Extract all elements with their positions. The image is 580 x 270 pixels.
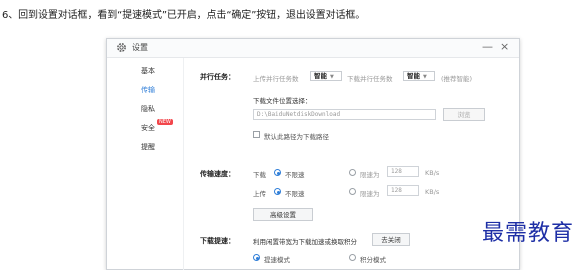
download-speed-label: 下载: [253, 171, 266, 179]
sidebar-item-transfer[interactable]: 传输: [141, 85, 155, 95]
recommend-hint: (推荐智能): [441, 75, 473, 83]
dialog-titlebar: 设置 — ×: [107, 39, 519, 58]
upload-limit-radio[interactable]: [349, 188, 356, 195]
advanced-settings-button[interactable]: 高级设置: [253, 208, 313, 221]
sidebar-item-reminder[interactable]: 提醒: [141, 142, 155, 152]
download-unlimited-radio[interactable]: [274, 169, 281, 176]
download-path-label: 下载文件位置选择：: [253, 97, 312, 105]
sidebar-item-privacy[interactable]: 隐私: [141, 104, 155, 114]
download-limit-radio[interactable]: [349, 169, 356, 176]
download-parallel-value: 智能: [407, 72, 420, 80]
sidebar-item-basic[interactable]: 基本: [141, 66, 155, 76]
download-limit-input[interactable]: 128: [387, 166, 419, 177]
upload-parallel-value: 智能: [314, 72, 327, 80]
boost-description: 利用闲置带宽为下载加速或换取积分: [253, 238, 357, 246]
download-unit: KB/s: [425, 169, 440, 177]
default-path-checkbox[interactable]: [253, 131, 260, 138]
sidebar-item-security[interactable]: 安全: [141, 123, 155, 133]
download-path-input[interactable]: D:\BaiduNetdiskDownload: [253, 109, 436, 120]
boost-points-radio[interactable]: [349, 254, 356, 261]
gear-icon: [117, 43, 126, 52]
settings-sidebar: 基本 传输 隐私 安全 NEW 提醒: [107, 58, 184, 270]
boost-label: 下载提速：: [200, 237, 235, 245]
upload-speed-label: 上传: [253, 190, 266, 198]
download-limit-label: 限速为: [360, 171, 380, 179]
upload-unit: KB/s: [425, 188, 440, 196]
speed-label: 传输速度：: [200, 170, 235, 178]
boost-speed-label: 提速模式: [264, 256, 290, 264]
watermark-logo: 最需教育: [481, 221, 574, 246]
chevron-down-icon: ▼: [330, 74, 334, 80]
default-path-label: 默认此路径为下载路径: [264, 133, 329, 141]
instruction-text: 6、回到设置对话框，看到“提速模式”已开启，点击“确定”按钮，退出设置对话框。: [2, 10, 366, 21]
upload-parallel-label: 上传并行任务数: [253, 75, 299, 83]
upload-limit-input[interactable]: 128: [387, 185, 419, 196]
upload-unlimited-label: 不限速: [285, 190, 305, 198]
parallel-tasks-label: 并行任务：: [200, 73, 235, 81]
boost-speed-radio[interactable]: [253, 254, 260, 261]
browse-button[interactable]: 浏览: [443, 108, 485, 121]
upload-limit-label: 限速为: [360, 190, 380, 198]
close-button[interactable]: ×: [500, 40, 509, 53]
upload-parallel-select[interactable]: 智能 ▼: [310, 71, 342, 81]
upload-unlimited-radio[interactable]: [274, 188, 281, 195]
minimize-button[interactable]: —: [482, 40, 493, 53]
dialog-title: 设置: [132, 43, 148, 52]
settings-dialog: 设置 — × 基本 传输 隐私 安全 NEW 提醒 并行任务： 上传并行任务数 …: [106, 38, 520, 270]
new-badge: NEW: [157, 119, 173, 125]
boost-points-label: 积分模式: [360, 256, 386, 264]
chevron-down-icon: ▼: [423, 74, 427, 80]
download-parallel-label: 下载并行任务数: [347, 75, 393, 83]
download-parallel-select[interactable]: 智能 ▼: [403, 71, 435, 81]
download-unlimited-label: 不限速: [285, 171, 305, 179]
boost-close-button[interactable]: 去关闭: [372, 233, 410, 246]
